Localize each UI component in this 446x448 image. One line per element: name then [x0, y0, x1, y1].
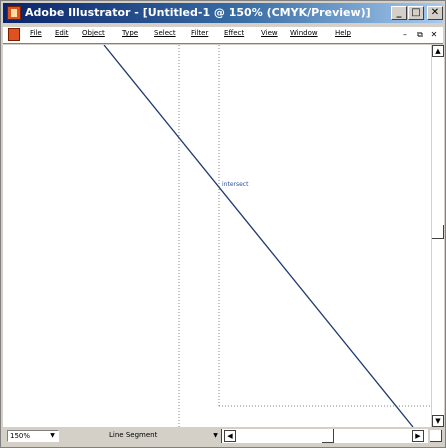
horizontal-scrollbar[interactable]: ◀ ▶: [221, 429, 428, 443]
zoom-dropdown-icon[interactable]: ▼: [48, 431, 57, 440]
status-menu-icon[interactable]: ▼: [211, 431, 220, 440]
artboard-canvas[interactable]: intersect: [3, 45, 431, 427]
close-button[interactable]: ✕: [427, 6, 443, 20]
menu-edit[interactable]: Edit: [55, 29, 69, 37]
menu-select[interactable]: Select: [154, 29, 176, 37]
menu-window[interactable]: Window: [290, 29, 318, 37]
menu-view[interactable]: View: [261, 29, 278, 37]
doc-restore-button[interactable]: ⧉: [414, 29, 426, 40]
menu-filter[interactable]: Filter: [191, 29, 208, 37]
menu-bar: File Edit Object Type Select Filter Effe…: [3, 27, 443, 44]
menu-type[interactable]: Type: [122, 29, 138, 37]
scroll-down-arrow-icon[interactable]: ▼: [432, 415, 444, 427]
line-segment-path[interactable]: [103, 45, 414, 427]
maximize-button[interactable]: □: [408, 6, 424, 20]
title-bar[interactable]: Adobe Illustrator - [Untitled-1 @ 150% (…: [3, 3, 443, 23]
status-text[interactable]: Line Segment: [109, 431, 157, 439]
scroll-right-arrow-icon[interactable]: ▶: [412, 430, 424, 442]
illustrator-app-icon[interactable]: [7, 6, 21, 20]
menu-effect[interactable]: Effect: [224, 29, 244, 37]
smart-guide-label: intersect: [222, 181, 249, 188]
menu-file[interactable]: File: [30, 29, 42, 37]
doc-close-button[interactable]: ✕: [428, 29, 440, 40]
window-title: Adobe Illustrator - [Untitled-1 @ 150% (…: [25, 6, 371, 19]
vertical-scrollbar[interactable]: ▲ ▼: [431, 45, 444, 427]
artwork-layer: [103, 45, 431, 427]
minimize-button[interactable]: _: [391, 6, 407, 20]
doc-minimize-button[interactable]: –: [399, 29, 411, 40]
size-grip-icon[interactable]: [430, 430, 442, 442]
illustrator-window: Adobe Illustrator - [Untitled-1 @ 150% (…: [0, 0, 446, 448]
scroll-left-arrow-icon[interactable]: ◀: [224, 430, 236, 442]
scroll-up-arrow-icon[interactable]: ▲: [432, 45, 444, 57]
horizontal-scroll-thumb[interactable]: [322, 429, 334, 443]
menu-help[interactable]: Help: [335, 29, 351, 37]
vertical-scroll-thumb[interactable]: [432, 225, 444, 239]
document-icon[interactable]: [8, 28, 20, 41]
menu-object[interactable]: Object: [82, 29, 105, 37]
status-bar: 150% ▼ Line Segment ▼ ◀ ▶: [3, 428, 443, 445]
